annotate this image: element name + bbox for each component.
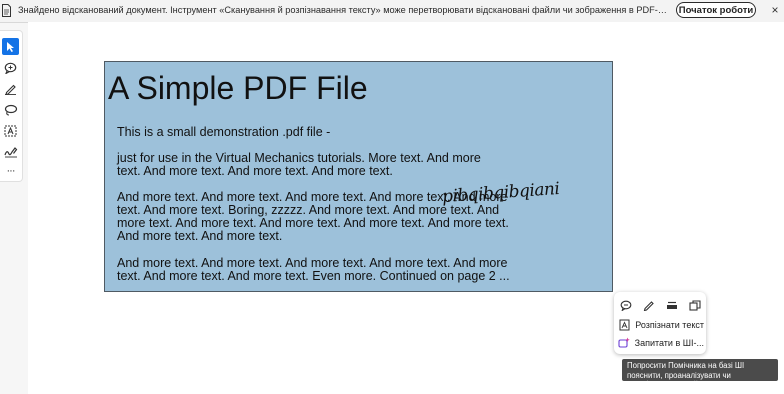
banner-message: Знайдено відсканований документ. Інструм… bbox=[18, 5, 668, 15]
comment-icon[interactable] bbox=[616, 295, 636, 315]
lasso-icon[interactable] bbox=[2, 101, 19, 118]
ocr-icon bbox=[618, 318, 631, 332]
pdf-text-line[interactable]: text. And more text. And more text. Even… bbox=[117, 270, 510, 283]
pdf-text-line[interactable]: text. And more text. And more text. And … bbox=[117, 165, 393, 178]
recognize-text-label: Розпізнати текст bbox=[635, 320, 704, 330]
document-scan-icon bbox=[0, 3, 12, 18]
scan-notification-banner: Знайдено відсканований документ. Інструм… bbox=[0, 0, 784, 23]
recognize-text-item[interactable]: Розпізнати текст bbox=[618, 317, 704, 333]
start-button[interactable]: Початок роботи bbox=[676, 2, 756, 18]
close-icon[interactable]: × bbox=[769, 4, 781, 16]
redact-icon[interactable] bbox=[662, 295, 682, 315]
pdf-text-line[interactable]: And more text. And more text. bbox=[117, 230, 282, 243]
copy-icon[interactable] bbox=[685, 295, 705, 315]
context-quick-actions bbox=[614, 295, 706, 315]
pdf-text-line[interactable]: This is a small demonstration .pdf file … bbox=[117, 126, 330, 139]
ai-assistant-icon bbox=[618, 336, 631, 350]
ask-ai-label: Запитати в ШІ-... bbox=[634, 338, 704, 348]
text-select-icon[interactable] bbox=[2, 122, 19, 139]
comment-icon[interactable] bbox=[2, 59, 19, 76]
more-icon[interactable]: ··· bbox=[2, 162, 19, 179]
tool-rail: ··· bbox=[0, 30, 23, 182]
pen-icon[interactable] bbox=[2, 80, 19, 97]
pen-icon[interactable] bbox=[639, 295, 659, 315]
pdf-title: A Simple PDF File bbox=[108, 70, 368, 106]
selection-context-menu: Розпізнати текст Запитати в ШІ-... bbox=[614, 292, 706, 354]
sign-icon[interactable] bbox=[2, 143, 19, 160]
select-icon[interactable] bbox=[2, 38, 19, 55]
ask-ai-item[interactable]: Запитати в ШІ-... bbox=[618, 335, 704, 351]
ai-assistant-tooltip: Попросити Помічника на базі ШІ пояснити,… bbox=[622, 359, 778, 389]
